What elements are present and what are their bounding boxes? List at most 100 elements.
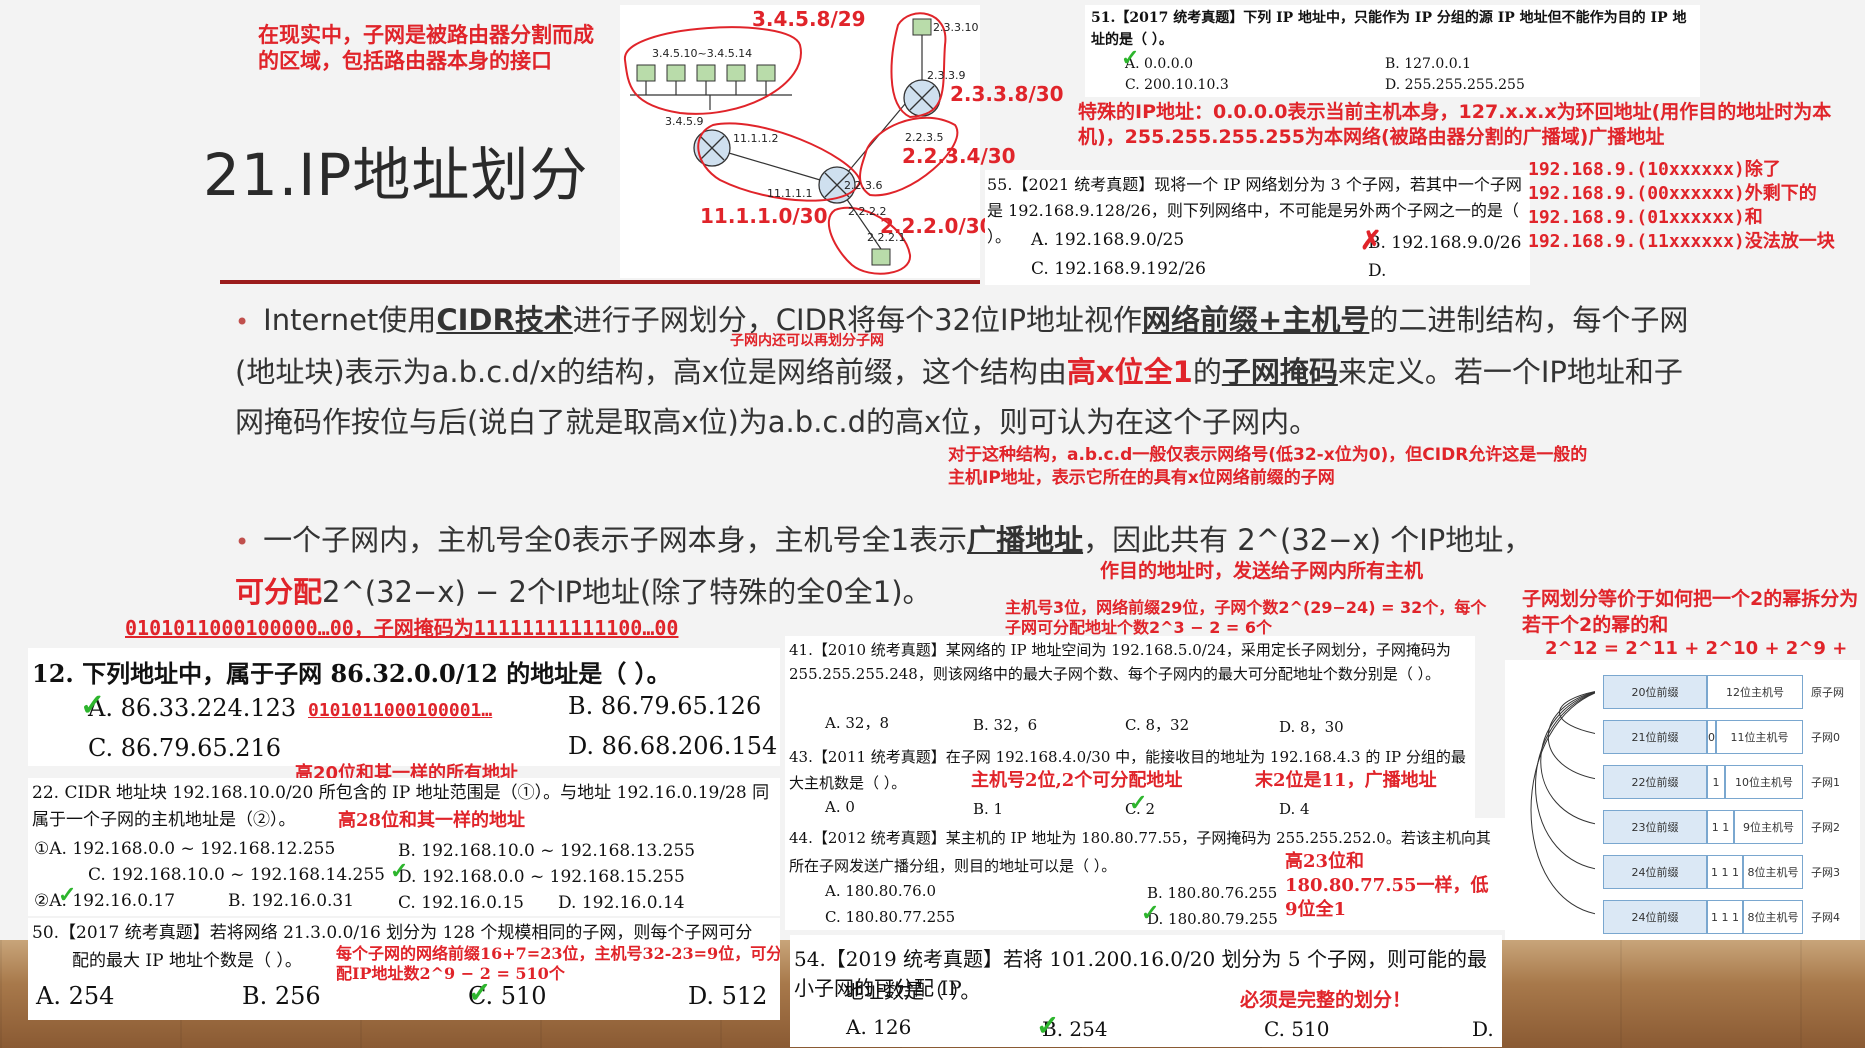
broadcast-note: 作目的地址时，发送给子网内所有主机 bbox=[1100, 560, 1424, 582]
q51-option-c: C. 200.10.10.3 bbox=[1125, 77, 1229, 93]
q22-option-2b: B. 192.16.0.31 bbox=[228, 891, 355, 911]
partition-arrows bbox=[1530, 691, 1595, 914]
q41-annotation: 主机号3位，网络前缀29位，子网个数2^(29−24) = 32个，每个子网可分… bbox=[1005, 598, 1487, 637]
q55-annotation: 192.168.9.(10xxxxxx)除了192.168.9.(00xxxxx… bbox=[1528, 159, 1835, 252]
check-mark-icon: ✓ bbox=[58, 882, 77, 908]
q41-option-a: A. 32，8 bbox=[825, 714, 889, 732]
partition-bits-cell: 1 1 1 0 bbox=[1707, 855, 1743, 913]
partition-prefix-cell: 24位前缀 bbox=[1603, 855, 1707, 889]
real-world-subnet-note: 在现实中，子网是被路由器分割而成的区域，包括路由器本身的接口 bbox=[258, 23, 594, 73]
q22-option-2a: ②A. 192.16.0.17 bbox=[34, 891, 176, 911]
partition-subnet-label: 子网4 bbox=[1811, 911, 1840, 924]
q43-option-d: D. 4 bbox=[1279, 800, 1310, 818]
q12-option-c: C. 86.79.65.216 bbox=[88, 734, 282, 762]
cross-mark-icon: ✗ bbox=[1360, 226, 1382, 256]
question-44: 44.【2012 统考真题】某主机的 IP 地址为 180.80.77.55，子… bbox=[785, 818, 1505, 930]
check-mark-icon: ✓ bbox=[1121, 45, 1140, 71]
partition-subnet-label: 子网0 bbox=[1811, 731, 1840, 744]
partition-host-cell: 8位主机号 bbox=[1743, 855, 1803, 889]
question-41: 41.【2010 统考真题】某网络的 IP 地址空间为 192.168.5.0/… bbox=[785, 636, 1475, 738]
label-11.1.1.2: 11.1.1.2 bbox=[733, 132, 778, 145]
partition-prefix-cell: 23位前缀 bbox=[1603, 810, 1707, 844]
q41-option-d: D. 8，30 bbox=[1279, 718, 1344, 736]
q55-option-b: B. 192.168.9.0/26 bbox=[1368, 233, 1522, 253]
question-50: 50.【2017 统考真题】若将网络 21.3.0.0/16 划分为 128 个… bbox=[28, 918, 780, 1020]
q43-option-b: B. 1 bbox=[973, 800, 1004, 818]
host-icon bbox=[912, 18, 932, 36]
q44-option-b: B. 180.80.76.255 bbox=[1147, 884, 1278, 902]
net-label-11.1.1.0: 11.1.1.0/30 bbox=[700, 204, 828, 228]
partition-prefix-cell: 24位前缀 bbox=[1603, 900, 1707, 934]
q22-option-1b: B. 192.168.10.0 ~ 192.168.13.255 bbox=[398, 841, 696, 861]
net-label-2.3.3.8: 2.3.3.8/30 bbox=[950, 82, 1064, 106]
q43-annotation-broadcast: 末2位是11，广播地址 bbox=[1255, 770, 1437, 791]
question-22: 22. CIDR 地址块 192.168.10.0/20 所包含的 IP 地址范… bbox=[28, 778, 780, 916]
host-icon bbox=[756, 64, 776, 82]
bullet-cidr: • Internet使用CIDR技术进行子网划分，CIDR将每个32位IP地址视作… bbox=[235, 303, 1689, 439]
q51-option-d: D. 255.255.255.255 bbox=[1385, 77, 1525, 93]
partition-bits-cell: 1 1 1 1 bbox=[1707, 900, 1743, 934]
q50-option-b: B. 256 bbox=[242, 982, 321, 1010]
label-11.1.1.1: 11.1.1.1 bbox=[767, 187, 812, 200]
subnet-nesting-note: 子网内还可以再划分子网 bbox=[730, 333, 884, 349]
partition-subnet-label: 原子网 bbox=[1811, 686, 1844, 699]
q41-option-b: B. 32，6 bbox=[973, 716, 1038, 734]
bullet-dot-icon: • bbox=[235, 308, 250, 336]
check-mark-icon: ✓ bbox=[390, 858, 409, 884]
partition-bits-cell: 1 0 bbox=[1707, 765, 1725, 823]
q44-annotation: 高23位和180.80.77.55一样，低9位全1 bbox=[1285, 851, 1489, 920]
check-mark-icon: ✓ bbox=[1036, 1009, 1060, 1042]
label-2.3.3.9: 2.3.3.9 bbox=[927, 69, 965, 82]
q54-annotation: 必须是完整的划分！ bbox=[1240, 989, 1412, 1011]
label-3.4.5.10-14: 3.4.5.10~3.4.5.14 bbox=[652, 47, 752, 60]
partition-subnet-label: 子网2 bbox=[1811, 821, 1840, 834]
q55-option-d: D. 192.168.9.192/27 bbox=[1368, 261, 1387, 281]
q12-option-b: B. 86.79.65.126 bbox=[568, 692, 762, 720]
q22-option-2d: D. 192.16.0.14 bbox=[558, 893, 685, 913]
net-label-2.2.3.4: 2.2.3.4/30 bbox=[902, 144, 1016, 168]
question-12: 12. 下列地址中，属于子网 86.32.0.0/12 的地址是（ ）。 A. … bbox=[28, 648, 780, 766]
partition-host-cell: 10位主机号 bbox=[1725, 765, 1803, 799]
q12-option-d: D. 86.68.206.154 bbox=[568, 732, 778, 760]
check-mark-icon: ✓ bbox=[1129, 790, 1148, 816]
q50-option-a: A. 254 bbox=[36, 982, 115, 1010]
q54-option-c: C. 510 bbox=[1264, 1017, 1330, 1041]
title-rule bbox=[220, 280, 980, 284]
term-broadcast-address: 广播地址 bbox=[967, 523, 1084, 557]
q22-option-1a: ①A. 192.168.0.0 ~ 192.168.12.255 bbox=[34, 839, 336, 859]
net-label-3.4.5.8: 3.4.5.8/29 bbox=[752, 7, 866, 31]
host-icon bbox=[636, 64, 656, 82]
question-54: 54.【2019 统考真题】若将 101.200.16.0/20 划分为 5 个… bbox=[790, 935, 1502, 1047]
q51-annotation: 特殊的IP地址：0.0.0.0表示当前主机本身，127.x.x.x为环回地址(用… bbox=[1078, 101, 1832, 148]
q50-annotation: 每个子网的网络前缀16+7=23位，主机号32-23=9位，可分配IP地址数2^… bbox=[336, 944, 780, 983]
q12-a-binary: 0101011000100001… bbox=[308, 700, 493, 721]
q54-option-a: A. 126 bbox=[846, 1015, 912, 1039]
q44-option-a: A. 180.80.76.0 bbox=[825, 882, 937, 900]
partition-bits-cell: 1 1 0 bbox=[1707, 810, 1734, 868]
partition-bits-cell: 0 bbox=[1707, 720, 1716, 754]
host-icon bbox=[696, 64, 716, 82]
term-prefix-host: 网络前缀+主机号 bbox=[1142, 303, 1370, 337]
question-51: 51.【2017 统考真题】下列 IP 地址中，只能作为 IP 分组的源 IP … bbox=[1085, 5, 1700, 97]
q22-option-1d: D. 192.168.0.0 ~ 192.168.15.255 bbox=[398, 867, 685, 887]
q55-option-c: C. 192.168.9.192/26 bbox=[1031, 259, 1206, 279]
check-mark-icon: ✓ bbox=[1141, 900, 1160, 926]
page-title: 21.IP地址划分 bbox=[203, 141, 589, 209]
subnet-partition-figure: 20位前缀12位主机号原子网 21位前缀011位主机号子网0 22位前缀1 010位… bbox=[1505, 660, 1860, 940]
partition-subnet-label: 子网1 bbox=[1811, 776, 1840, 789]
term-cidr: CIDR技术 bbox=[436, 303, 573, 337]
label-3.4.5.9: 3.4.5.9 bbox=[665, 115, 703, 128]
q55-option-a: A. 192.168.9.0/25 bbox=[1031, 230, 1185, 250]
partition-host-cell: 8位主机号 bbox=[1743, 900, 1803, 934]
q12-option-a: A. 86.33.224.123 bbox=[88, 694, 297, 722]
partition-subnet-label: 子网3 bbox=[1811, 866, 1840, 879]
partition-host-cell: 11位主机号 bbox=[1716, 720, 1803, 754]
question-43: 43.【2011 统考真题】在子网 192.168.4.0/30 中，能接收目的… bbox=[785, 738, 1475, 818]
partition-prefix-cell: 20位前缀 bbox=[1603, 675, 1707, 709]
q54-option-d: D. 1022 bbox=[1472, 1017, 1502, 1041]
question-55: 55.【2021 统考真题】现将一个 IP 网络划分为 3 个子网，若其中一个子… bbox=[985, 170, 1530, 285]
q43-annotation-host: 主机号2位,2个可分配地址 bbox=[971, 770, 1183, 791]
partition-host-cell: 12位主机号 bbox=[1707, 675, 1803, 709]
term-high-x-bits: 高x位全1 bbox=[1066, 355, 1193, 389]
q41-stem: 41.【2010 统考真题】某网络的 IP 地址空间为 192.168.5.0/… bbox=[789, 641, 1451, 683]
